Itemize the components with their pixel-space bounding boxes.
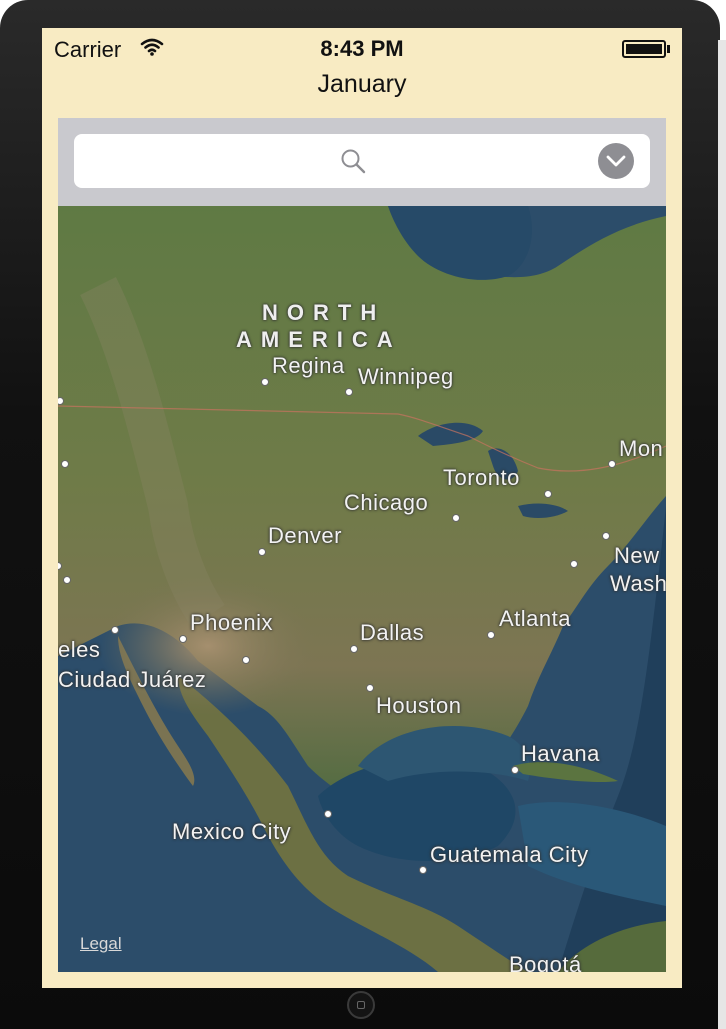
city-label-montreal: Mon: [619, 436, 664, 461]
continent-label-north: NORTH: [262, 300, 386, 325]
city-label-atlanta: Atlanta: [499, 606, 571, 631]
search-input[interactable]: [74, 134, 650, 188]
legal-link[interactable]: Legal: [80, 934, 122, 954]
city-label-phoenix: Phoenix: [190, 610, 274, 635]
search-bar: [58, 118, 666, 206]
map-pin[interactable]: [111, 626, 119, 634]
map-pin[interactable]: [350, 645, 358, 653]
city-label-denver: Denver: [268, 523, 342, 548]
map-pin[interactable]: [324, 810, 332, 818]
map-pin[interactable]: [366, 684, 374, 692]
city-label-regina: Regina: [272, 353, 345, 378]
city-label-winnipeg: Winnipeg: [358, 364, 454, 389]
city-label-dallas: Dallas: [360, 620, 425, 645]
city-label-chicago: Chicago: [344, 490, 429, 515]
city-label-bogota: Bogotá: [509, 952, 582, 972]
continent-label-america: AMERICA: [236, 327, 402, 352]
map-pin[interactable]: [242, 656, 250, 664]
map-pin[interactable]: [602, 532, 610, 540]
city-label-guatemala-city: Guatemala City: [430, 842, 589, 867]
device-edge: [718, 40, 726, 1029]
map-pin[interactable]: [452, 514, 460, 522]
map-pin[interactable]: [511, 766, 519, 774]
city-label-washington: Washin: [610, 571, 666, 596]
city-label-havana: Havana: [521, 741, 600, 766]
map-pin[interactable]: [608, 460, 616, 468]
map-pin[interactable]: [63, 576, 71, 584]
map-pin[interactable]: [544, 490, 552, 498]
map-pin[interactable]: [258, 548, 266, 556]
city-label-new-york: New: [614, 543, 660, 568]
map-container: NORTH AMERICA Regina Winnipeg Mon Toront…: [58, 118, 666, 972]
city-label-ciudad-juarez: Ciudad Juárez: [58, 667, 207, 692]
screen: Carrier 8:43 PM January NORTH AMERICA Re…: [42, 28, 682, 988]
page-title: January: [317, 70, 407, 98]
map-pin[interactable]: [570, 560, 578, 568]
city-label-toronto: Toronto: [443, 465, 520, 490]
satellite-map[interactable]: NORTH AMERICA Regina Winnipeg Mon Toront…: [58, 206, 666, 972]
map-pin[interactable]: [261, 378, 269, 386]
map-pin[interactable]: [419, 866, 427, 874]
status-time: 8:43 PM: [320, 36, 404, 61]
home-button[interactable]: [347, 991, 375, 1019]
search-icon: [340, 148, 366, 179]
map-pin[interactable]: [345, 388, 353, 396]
battery-tip: [667, 45, 670, 53]
map-pin[interactable]: [61, 460, 69, 468]
dropdown-button[interactable]: [598, 143, 634, 179]
map-pin[interactable]: [487, 631, 495, 639]
chevron-down-icon: [606, 155, 626, 167]
city-label-los-angeles: eles: [58, 637, 101, 662]
home-square-icon: [357, 1001, 365, 1009]
status-bar: Carrier 8:43 PM: [42, 28, 682, 68]
city-label-houston: Houston: [376, 693, 462, 718]
city-label-mexico-city: Mexico City: [172, 819, 292, 844]
battery-icon: [622, 40, 666, 58]
map-pin[interactable]: [179, 635, 187, 643]
